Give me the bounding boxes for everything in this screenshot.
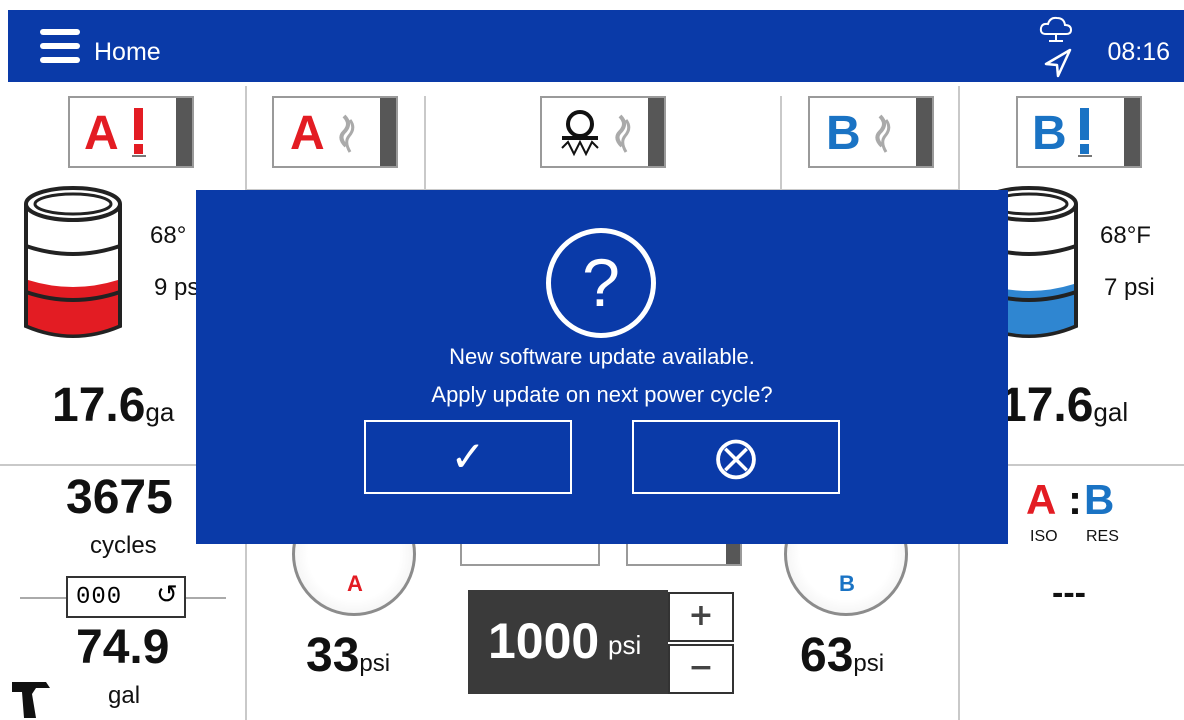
tile-status-bar [1124,98,1140,166]
tank-b-temperature: 68°F [1100,222,1151,249]
total-volume: 74.9 [76,621,170,674]
question-icon: ? [546,228,656,338]
pressure-b-unit: psi [853,650,885,677]
tank-a-pressure: 9 ps [154,274,200,301]
gauge-a-label: A [347,571,363,596]
tile-status-bar [176,98,192,166]
pressure-increase-button[interactable]: + [668,592,734,642]
cycle-count: 3675 [66,471,173,524]
pressure-b-value: 63 [800,629,854,682]
reset-icon: ↺ [156,580,178,610]
setpoint-value: 1000 [488,613,600,669]
cloud-network-icon [1039,16,1073,42]
tank-a-volume: 17.6ga [52,378,174,433]
tank-a-drum [24,186,122,338]
pressure-a-unit: psi [359,650,391,677]
heat-icon [615,114,631,153]
tile-status-bar [648,98,664,166]
counter-display: 000 [76,584,123,611]
page-title: Home [94,38,161,66]
tile-letter: B [1032,107,1067,160]
tank-a-volume-value: 17.6 [52,379,146,432]
clock: 08:16 [1107,38,1170,66]
spray-gun-icon [12,682,50,718]
alert-level-icon [1078,108,1092,157]
heater-b-button[interactable]: B [808,96,934,168]
cancel-button[interactable]: ⨂ [632,420,840,494]
reset-counter-button[interactable]: 000 ↺ [66,576,186,618]
divider [186,597,226,599]
ratio-colon: : [1068,476,1082,523]
tank-b-volume-unit: gal [1093,397,1129,427]
tank-a-volume-unit: ga [145,397,175,427]
divider [780,96,782,190]
gauge-b-label: B [839,571,855,596]
dialog-message-line-2: Apply update on next power cycle? [431,382,773,407]
confirm-button[interactable]: ✓ [364,420,572,494]
tank-b-volume: 17.6gal [1000,378,1128,433]
tank-a-temperature: 68° [150,222,187,249]
menu-icon[interactable] [8,10,88,82]
ratio-indicator: A : B ISO RES [1026,476,1136,546]
total-volume-unit: gal [108,682,141,709]
heater-a-button[interactable]: A [272,96,398,168]
ratio-b-label: RES [1086,528,1119,545]
update-dialog: ? New software update available. Apply u… [196,190,1008,544]
ratio-a-label: ISO [1030,528,1058,545]
pressure-a-reading: 33psi [306,628,390,683]
divider [20,597,66,599]
hose-heat-button[interactable] [540,96,666,168]
dialog-message-line-1: New software update available. [449,344,755,369]
tank-b-pressure: 7 psi [1104,274,1155,301]
tile-letter: A [84,107,119,160]
pressure-decrease-button[interactable]: − [668,644,734,694]
ratio-a: A [1026,476,1057,523]
pressure-b-reading: 63psi [800,628,884,683]
ratio-value: --- [1052,574,1086,612]
divider [424,96,426,190]
tile-letter: A [290,107,325,160]
tank-b-level-button[interactable]: B [1016,96,1142,168]
setpoint-unit: psi [608,630,642,660]
alert-level-icon [132,108,146,157]
tile-status-bar [916,98,932,166]
pressure-a-value: 33 [306,629,360,682]
tile-status-bar [380,98,396,166]
hose-heat-icon [561,110,599,157]
heat-icon [339,114,355,153]
ratio-b: B [1084,476,1115,523]
top-bar: Home 08:16 [8,10,1184,82]
tank-b-volume-value: 17.6 [1000,379,1094,432]
location-arrow-icon [1044,48,1072,78]
cycles-label: cycles [90,532,157,559]
pressure-setpoint-display[interactable]: 1000 psi [468,590,668,694]
heat-icon [875,114,891,153]
tile-letter: B [826,107,861,160]
tank-a-level-button[interactable]: A [68,96,194,168]
